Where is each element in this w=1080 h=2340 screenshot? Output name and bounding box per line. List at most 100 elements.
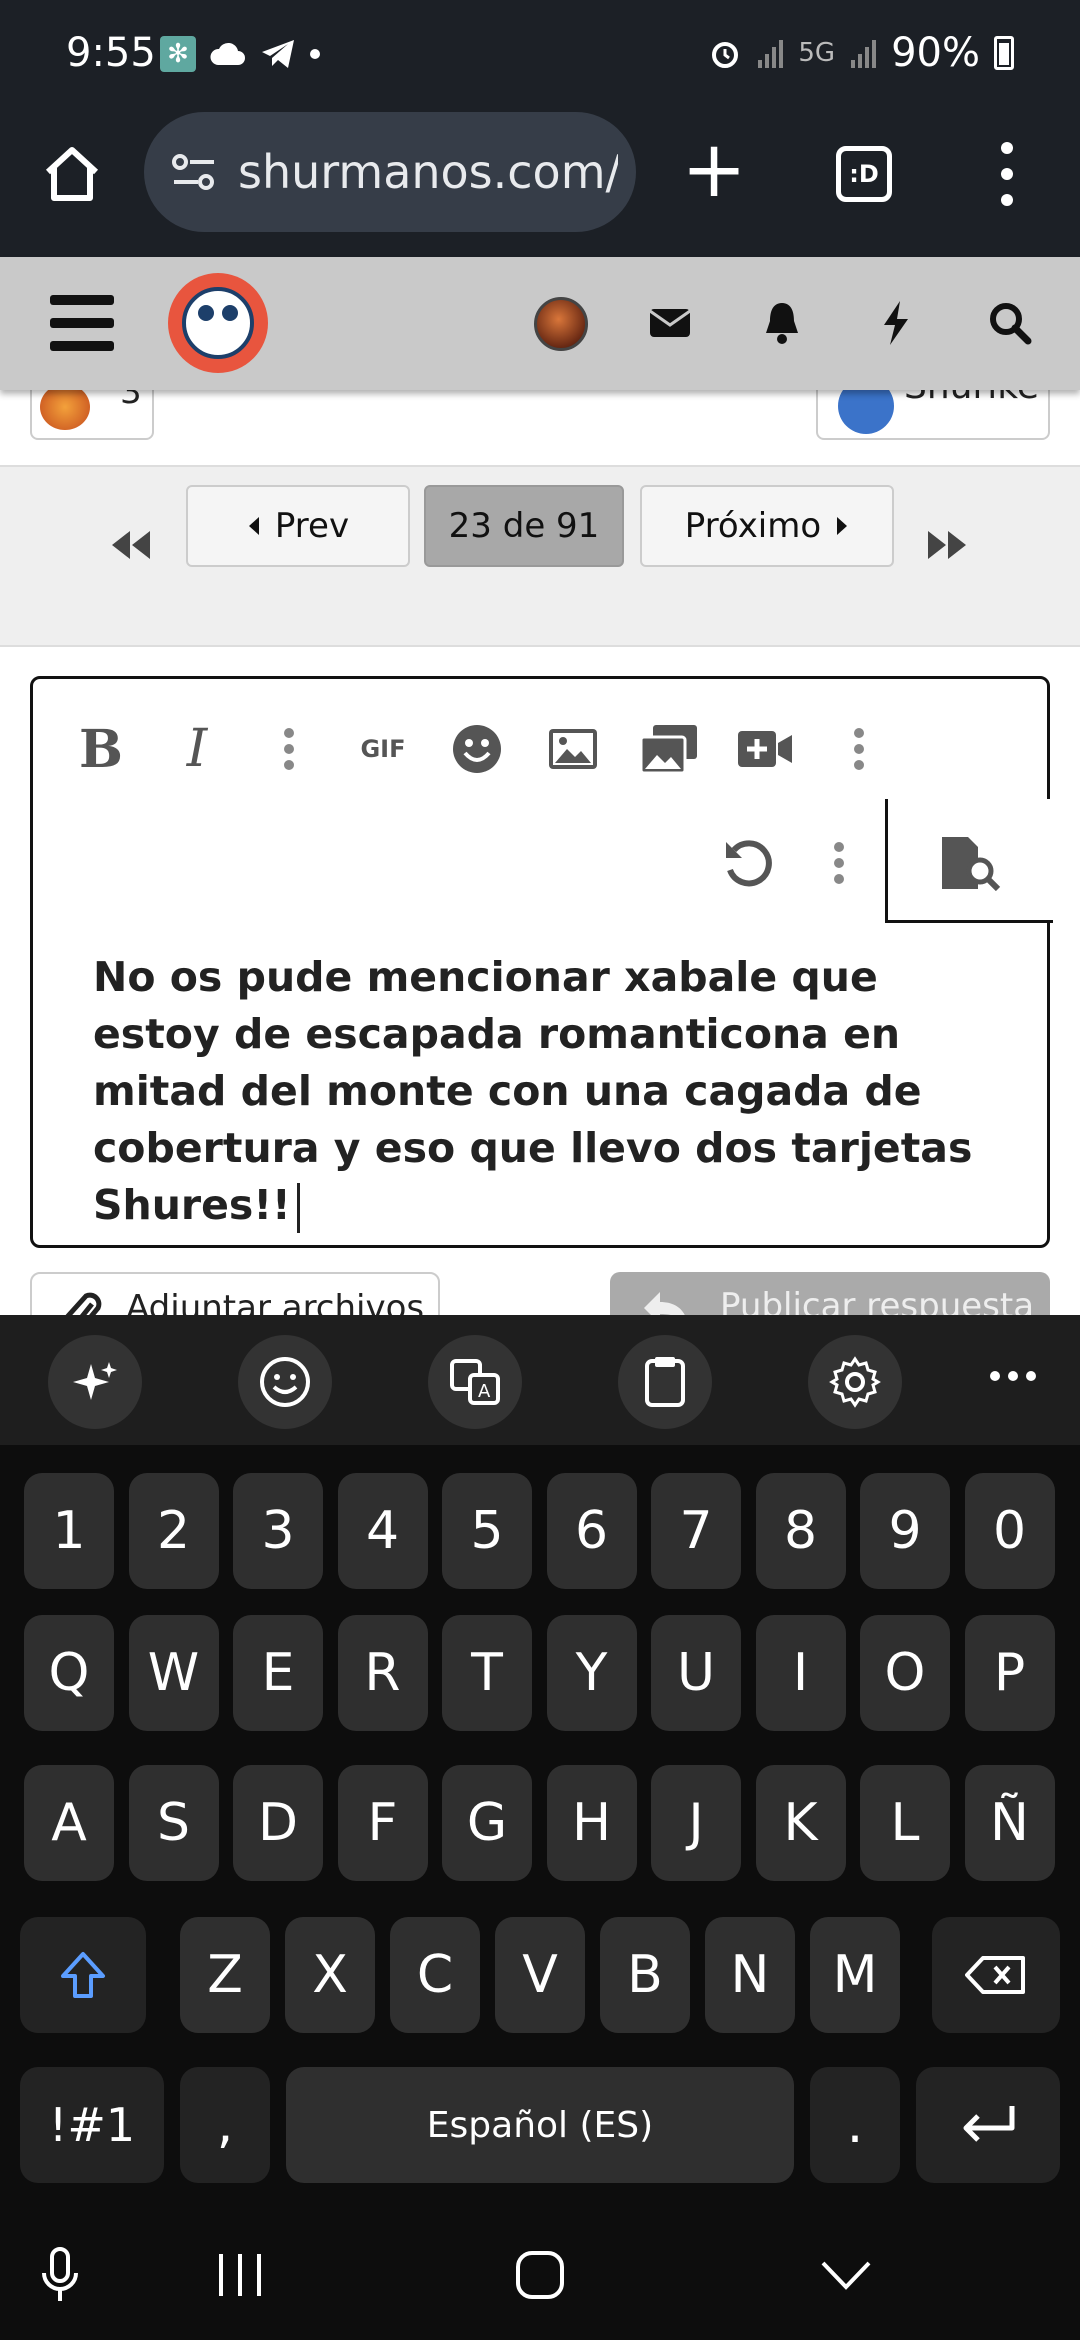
number-key[interactable]: 9 [860,1473,950,1589]
menu-icon[interactable] [50,295,114,351]
letter-key[interactable]: K [755,1765,846,1881]
app-notification-icon: ✻ [160,36,196,72]
prev-button[interactable]: Prev [186,485,410,567]
letter-key[interactable]: L [860,1765,950,1881]
telegram-icon [262,40,294,68]
number-key[interactable]: 2 [128,1473,219,1589]
letter-key[interactable]: P [964,1615,1055,1731]
letter-key[interactable]: Y [546,1615,637,1731]
tab-switcher-button[interactable]: :D [836,146,892,202]
page-selector[interactable]: 23 de 91 [424,485,624,567]
letter-key[interactable]: T [442,1615,532,1731]
site-settings-icon[interactable] [170,152,218,192]
post-reply-button[interactable]: Publicar respuesta [610,1272,1050,1315]
number-key[interactable]: 8 [755,1473,846,1589]
next-button[interactable]: Próximo [640,485,894,567]
number-key[interactable]: 4 [337,1473,428,1589]
hide-keyboard-button[interactable] [806,2245,886,2305]
symbols-key[interactable]: !#1 [20,2067,164,2183]
enter-key[interactable] [916,2067,1060,2183]
translate-button[interactable]: A [428,1335,522,1429]
number-key[interactable]: 0 [964,1473,1055,1589]
keyboard-more-icon[interactable] [990,1371,1036,1381]
ai-sparkle-button[interactable] [48,1335,142,1429]
site-logo[interactable] [168,273,268,373]
smiley-icon [453,725,501,773]
reaction-button[interactable]: Shurike [816,390,1050,440]
number-key[interactable]: 6 [546,1473,637,1589]
letter-key[interactable]: Q [24,1615,114,1731]
keyboard-toolbar: A [0,1315,1080,1445]
editor-actions: Adjuntar archivos Publicar respuesta [0,1272,1080,1315]
image-button[interactable] [543,719,603,779]
letter-key[interactable]: E [233,1615,323,1731]
letter-key[interactable]: D [233,1765,323,1881]
video-button[interactable] [735,719,795,779]
editor-toolbar: B I GIF [33,709,1047,789]
home-icon[interactable] [40,142,104,206]
lightning-icon[interactable] [868,295,924,351]
letter-key[interactable]: H [546,1765,637,1881]
letter-key[interactable]: S [128,1765,219,1881]
gif-button[interactable]: GIF [353,719,413,779]
clipboard-button[interactable] [618,1335,712,1429]
last-page-button[interactable] [918,505,978,585]
letter-key[interactable]: U [651,1615,741,1731]
letter-key[interactable]: X [285,1917,375,2033]
number-key[interactable]: 1 [24,1473,114,1589]
letter-key[interactable]: G [442,1765,532,1881]
comma-key[interactable]: , [180,2067,270,2183]
mail-icon[interactable] [642,295,698,351]
letter-key[interactable]: F [337,1765,428,1881]
letter-key[interactable]: C [390,1917,480,2033]
number-key[interactable]: 7 [651,1473,741,1589]
text-more-button[interactable] [259,719,319,779]
letter-key[interactable]: R [337,1615,428,1731]
insert-more-button[interactable] [829,719,889,779]
home-nav-icon [516,2251,564,2299]
number-key[interactable]: 3 [233,1473,323,1589]
letter-key[interactable]: V [495,1917,585,2033]
recents-button[interactable] [200,2245,280,2305]
undo-button[interactable] [717,833,777,893]
bell-icon[interactable] [754,295,810,351]
backspace-key[interactable] [932,1917,1060,2033]
chevron-down-icon [821,2261,871,2290]
preview-icon[interactable] [938,835,1002,891]
home-button[interactable] [500,2245,580,2305]
letter-key[interactable]: A [24,1765,114,1881]
letter-key[interactable]: Z [180,1917,270,2033]
letter-key[interactable]: I [755,1615,846,1731]
voice-input-button[interactable] [20,2245,100,2305]
letter-key[interactable]: W [128,1615,219,1731]
letter-key[interactable]: B [600,1917,690,2033]
period-key[interactable]: . [810,2067,900,2183]
attach-files-button[interactable]: Adjuntar archivos [30,1272,440,1315]
letter-key[interactable]: M [810,1917,900,2033]
first-page-button[interactable] [100,505,160,585]
user-avatar[interactable] [534,297,588,351]
emoji-keyboard-button[interactable] [238,1335,332,1429]
letter-key[interactable]: J [651,1765,741,1881]
letter-key[interactable]: N [705,1917,795,2033]
letter-key[interactable]: O [860,1615,950,1731]
letter-key[interactable]: Ñ [964,1765,1055,1881]
editor-content[interactable]: No os pude mencionar xabale que estoy de… [93,949,1013,1234]
new-tab-icon[interactable]: + [680,131,748,209]
bold-button[interactable]: B [71,719,131,780]
editor-more-button[interactable] [809,833,869,893]
keyboard-settings-button[interactable] [808,1335,902,1429]
italic-button[interactable]: I [167,719,227,779]
emoji-button[interactable] [447,719,507,779]
reply-editor[interactable]: B I GIF No os pude mencionar xabale que … [30,676,1053,1248]
space-key[interactable]: Español (ES) [286,2067,794,2183]
browser-menu-icon[interactable] [995,142,1019,206]
gallery-button[interactable] [639,719,699,779]
thread-page: 3 Shurike Prev 23 de 91 Próximo B I [0,390,1080,1315]
shift-key[interactable] [20,1917,146,2033]
battery-percent: 90% [891,30,980,76]
number-key[interactable]: 5 [442,1473,532,1589]
search-icon[interactable] [982,295,1038,351]
reaction-chip[interactable]: 3 [30,390,154,440]
url-bar[interactable]: shurmanos.com/t [144,112,636,232]
